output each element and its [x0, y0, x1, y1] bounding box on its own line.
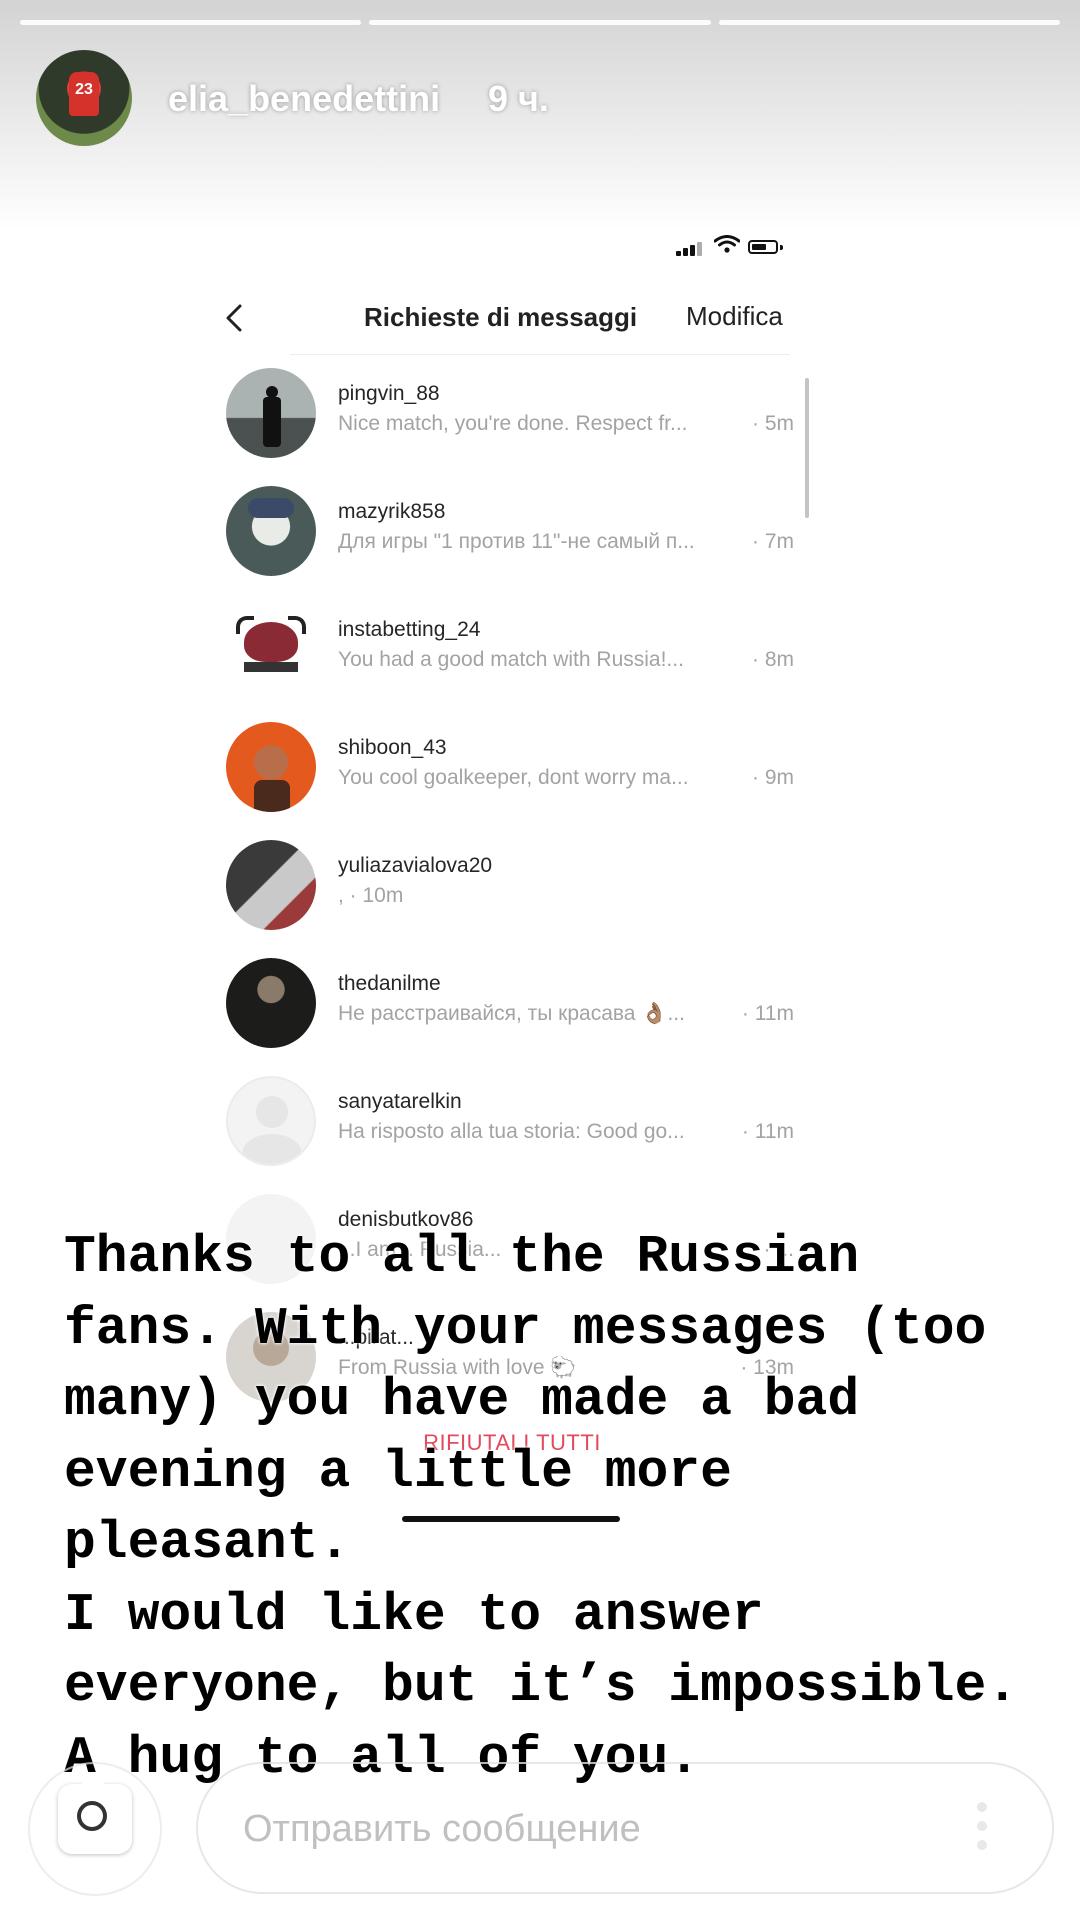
message-request-row[interactable]: thedanilme Не расстраивайся, ты красава …	[226, 956, 806, 1060]
message-request-row[interactable]: mazyrik858 Для игры "1 против 11"-не сам…	[226, 484, 806, 588]
wifi-icon	[714, 235, 740, 253]
message-request-row[interactable]: pingvin_88 Nice match, you're done. Resp…	[226, 366, 806, 470]
request-preview: You cool goalkeeper, dont worry ma...	[338, 766, 689, 789]
message-request-row[interactable]: yuliazavialova20 , · 10m	[226, 838, 806, 942]
signal-icon	[697, 242, 702, 256]
signal-icon	[683, 248, 688, 256]
request-time: · 7m	[752, 530, 794, 553]
signal-icon	[690, 245, 695, 256]
request-username: shiboon_43	[338, 736, 447, 759]
story-caption: Thanks to all the Russian fans. With you…	[64, 1227, 1019, 1788]
story-progress-segment	[718, 20, 1060, 25]
edit-button[interactable]: Modifica	[686, 301, 783, 332]
request-time: · 9m	[752, 766, 794, 789]
avatar	[226, 486, 316, 576]
story-progress-segment	[20, 20, 362, 25]
request-time: · 11m	[741, 1120, 794, 1143]
request-username: instabetting_24	[338, 618, 481, 641]
avatar	[226, 722, 316, 812]
request-username: mazyrik858	[338, 500, 446, 523]
chevron-left-icon[interactable]	[220, 298, 250, 338]
camera-icon	[77, 1801, 107, 1831]
request-preview: Для игры "1 против 11"-не самый п...	[338, 530, 695, 553]
story-username[interactable]: elia_benedettini	[168, 78, 440, 120]
camera-icon-bump	[82, 1780, 104, 1786]
camera-button[interactable]	[58, 1780, 132, 1854]
avatar	[226, 958, 316, 1048]
status-bar	[676, 232, 796, 262]
battery-tip	[780, 245, 783, 250]
avatar	[226, 840, 316, 930]
avatar	[226, 604, 316, 694]
request-time: · 5m	[752, 412, 794, 435]
message-request-row[interactable]: shiboon_43 You cool goalkeeper, dont wor…	[226, 720, 806, 824]
request-preview: You had a good match with Russia!...	[338, 648, 684, 671]
battery-icon	[748, 240, 778, 254]
dm-requests-header: Richieste di messaggi Modifica	[220, 290, 800, 350]
message-placeholder: Отправить сообщение	[243, 1808, 641, 1850]
avatar	[226, 1076, 316, 1166]
caption-underline	[402, 1516, 620, 1522]
request-preview: Nice match, you're done. Respect fr...	[338, 412, 688, 435]
dm-requests-title: Richieste di messaggi	[364, 302, 638, 332]
more-vertical-icon[interactable]	[976, 1802, 988, 1852]
story-progress-segment	[369, 20, 711, 25]
request-username: pingvin_88	[338, 382, 440, 405]
request-preview: Не расстраивайся, ты красава 👌🏽...	[338, 1002, 685, 1025]
story-avatar[interactable]: 23	[36, 50, 132, 146]
request-preview: , · 10m	[338, 884, 404, 907]
story-timestamp: 9 ч.	[488, 78, 549, 119]
avatar-jersey-number: 23	[69, 72, 99, 116]
request-username: thedanilme	[338, 972, 441, 995]
request-preview: Ha risposto alla tua storia: Good go...	[338, 1120, 685, 1143]
request-username: yuliazavialova20	[338, 854, 493, 877]
signal-icon	[676, 251, 681, 256]
message-request-row[interactable]: sanyatarelkin Ha risposto alla tua stori…	[226, 1074, 806, 1178]
request-username: sanyatarelkin	[338, 1090, 462, 1113]
story-progress	[20, 20, 1060, 26]
header-divider	[290, 354, 790, 355]
request-time: · 8m	[752, 648, 794, 671]
request-time: · 11m	[741, 1002, 794, 1025]
avatar	[226, 368, 316, 458]
message-request-row[interactable]: instabetting_24 You had a good match wit…	[226, 602, 806, 706]
